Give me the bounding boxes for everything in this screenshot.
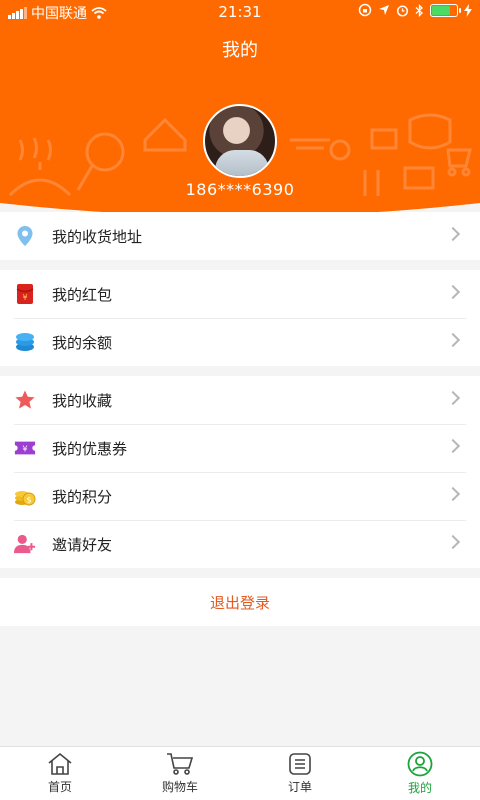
menu-item-favorites[interactable]: 我的收藏 bbox=[0, 376, 480, 424]
battery-icon bbox=[430, 3, 461, 17]
svg-text:¥: ¥ bbox=[22, 444, 27, 454]
tab-orders[interactable]: 订单 bbox=[240, 747, 360, 800]
charging-icon bbox=[464, 3, 472, 17]
more-group: 我的收藏 ¥ 我的优惠券 $ 我的积分 邀请好友 bbox=[0, 376, 480, 568]
menu-item-invite[interactable]: 邀请好友 bbox=[0, 520, 480, 568]
page-title: 我的 bbox=[222, 40, 258, 61]
menu-item-label: 邀请好友 bbox=[52, 535, 113, 554]
user-phone: 186****6390 bbox=[185, 180, 295, 199]
svg-text:$: $ bbox=[26, 496, 31, 505]
menu-item-address[interactable]: 我的收货地址 bbox=[0, 212, 480, 260]
points-coins-icon: $ bbox=[14, 485, 36, 507]
menu-item-balance[interactable]: 我的余额 bbox=[0, 318, 480, 366]
red-envelope-icon: ¥ bbox=[14, 283, 36, 305]
order-list-icon bbox=[289, 753, 311, 775]
chevron-right-icon bbox=[445, 438, 461, 454]
bottom-tab-bar: 首页 购物车 订单 我的 bbox=[0, 746, 480, 800]
tab-profile[interactable]: 我的 bbox=[360, 747, 480, 800]
chevron-right-icon bbox=[445, 226, 461, 242]
tab-home[interactable]: 首页 bbox=[0, 747, 120, 800]
location-icon bbox=[379, 5, 389, 15]
star-icon bbox=[14, 389, 36, 411]
menu-item-points[interactable]: $ 我的积分 bbox=[0, 472, 480, 520]
logout-button[interactable]: 退出登录 bbox=[0, 578, 480, 626]
chevron-right-icon bbox=[445, 486, 461, 502]
chevron-right-icon bbox=[445, 390, 461, 406]
profile-header: 中国联通 21:31 我的 186****6390 bbox=[0, 0, 480, 230]
menu-item-coupons[interactable]: ¥ 我的优惠券 bbox=[0, 424, 480, 472]
tab-cart[interactable]: 购物车 bbox=[120, 747, 240, 800]
chevron-right-icon bbox=[445, 534, 461, 550]
menu-item-label: 我的红包 bbox=[52, 285, 113, 304]
wallet-group: ¥ 我的红包 我的余额 bbox=[0, 270, 480, 366]
alarm-icon bbox=[396, 4, 409, 17]
menu-item-label: 我的余额 bbox=[52, 333, 113, 352]
tab-label: 首页 bbox=[47, 780, 72, 794]
menu-item-red-envelope[interactable]: ¥ 我的红包 bbox=[0, 270, 480, 318]
profile-icon bbox=[407, 751, 433, 777]
tab-label: 我的 bbox=[407, 781, 432, 795]
chevron-right-icon bbox=[445, 332, 461, 348]
svg-text:¥: ¥ bbox=[22, 293, 27, 302]
tab-label: 购物车 bbox=[161, 780, 198, 794]
menu-item-label: 我的收货地址 bbox=[52, 227, 143, 246]
coupon-icon: ¥ bbox=[14, 437, 36, 459]
bluetooth-icon bbox=[415, 3, 423, 17]
address-group: 我的收货地址 bbox=[0, 212, 480, 260]
coins-stack-icon bbox=[14, 331, 36, 353]
tab-label: 订单 bbox=[287, 780, 312, 794]
status-bar: 中国联通 21:31 bbox=[0, 0, 480, 24]
menu-item-label: 我的收藏 bbox=[52, 391, 113, 410]
add-friend-icon bbox=[14, 533, 36, 555]
lock-rotation-icon bbox=[358, 3, 372, 17]
cart-icon bbox=[167, 753, 194, 775]
menu-item-label: 我的积分 bbox=[52, 487, 113, 506]
home-icon bbox=[48, 752, 72, 775]
avatar[interactable] bbox=[203, 104, 277, 178]
location-pin-icon bbox=[14, 225, 36, 247]
chevron-right-icon bbox=[445, 284, 461, 300]
menu-item-label: 我的优惠券 bbox=[52, 439, 128, 458]
